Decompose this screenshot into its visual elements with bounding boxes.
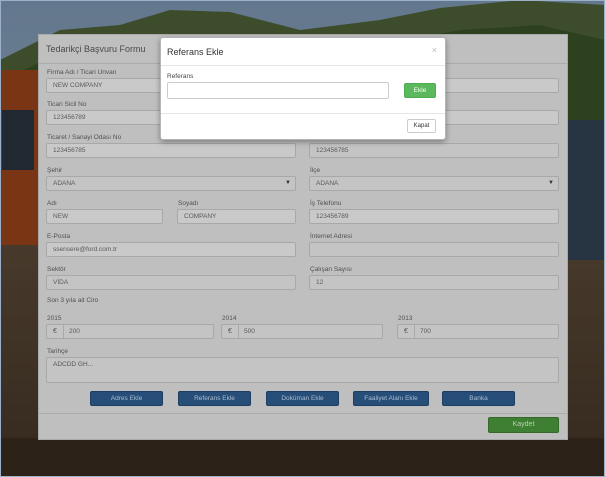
website-input[interactable] [309,242,559,257]
revenue-heading: Son 3 yıla ait Ciro [47,297,99,304]
euro-icon: € [47,325,64,338]
revenue-2013-label: 2013 [398,315,413,322]
form-title: Tedarikçi Başvuru Formu [46,44,146,54]
reference-label: Referans [167,73,194,80]
first-name-input[interactable]: NEW [46,209,163,224]
sector-label: Sektör [47,266,66,273]
district-label: İlçe [310,167,321,174]
history-label: Tarihçe [47,348,68,355]
sector-input[interactable]: VİDA [46,275,296,290]
add-reference-modal: Referans Ekle × Referans Ekle Kapat [160,37,446,140]
chevron-down-icon: ▼ [548,180,554,186]
revenue-2013-input[interactable]: € 700 [397,324,559,339]
close-icon[interactable]: × [432,45,437,55]
add-activity-area-button[interactable]: Faaliyet Alanı Ekle [353,391,429,406]
close-button[interactable]: Kapat [407,119,436,133]
chamber-number-input[interactable]: 123456785 [46,143,296,158]
add-address-button[interactable]: Adres Ekle [90,391,163,406]
revenue-2014-input[interactable]: € 500 [221,324,383,339]
company-name-label: Firma Adı / Ticari Unvan [47,69,117,76]
city-label: Şehir [47,167,63,174]
bank-button[interactable]: Banka [442,391,515,406]
work-phone-label: İş Telefonu [310,200,342,207]
revenue-2015-label: 2015 [47,315,62,322]
modal-header-divider [161,65,445,66]
add-button[interactable]: Ekle [404,83,436,98]
email-input[interactable]: ssensere@ford.com.tr [46,242,296,257]
last-name-label: Soyadı [178,200,199,207]
add-document-button[interactable]: Doküman Ekle [266,391,339,406]
reference-input[interactable] [167,82,389,99]
employee-count-label: Çalışan Sayısı [310,266,352,273]
footer-divider [39,413,567,414]
euro-icon: € [398,325,415,338]
website-label: İnternet Adresi [310,233,352,240]
first-name-label: Adı [47,200,57,207]
city-select[interactable]: ADANA ▼ [46,176,296,191]
right-column-input-row3[interactable]: 123456785 [309,143,559,158]
save-button[interactable]: Kaydet [488,417,559,433]
revenue-2014-label: 2014 [222,315,237,322]
modal-footer-divider [161,113,445,114]
chamber-number-label: Ticaret / Sanayi Odası No [47,134,122,141]
euro-icon: € [222,325,239,338]
trade-registry-label: Ticari Sicil No [47,101,87,108]
history-textarea[interactable]: ADCDD GH... [46,357,559,383]
add-reference-button[interactable]: Referans Ekle [178,391,251,406]
last-name-input[interactable]: COMPANY [177,209,296,224]
modal-title: Referans Ekle [167,47,224,57]
work-phone-input[interactable]: 123456789 [309,209,559,224]
employee-count-input[interactable]: 12 [309,275,559,290]
district-select[interactable]: ADANA ▼ [309,176,559,191]
chevron-down-icon: ▼ [285,180,291,186]
email-label: E-Posta [47,233,71,240]
revenue-2015-input[interactable]: € 200 [46,324,214,339]
